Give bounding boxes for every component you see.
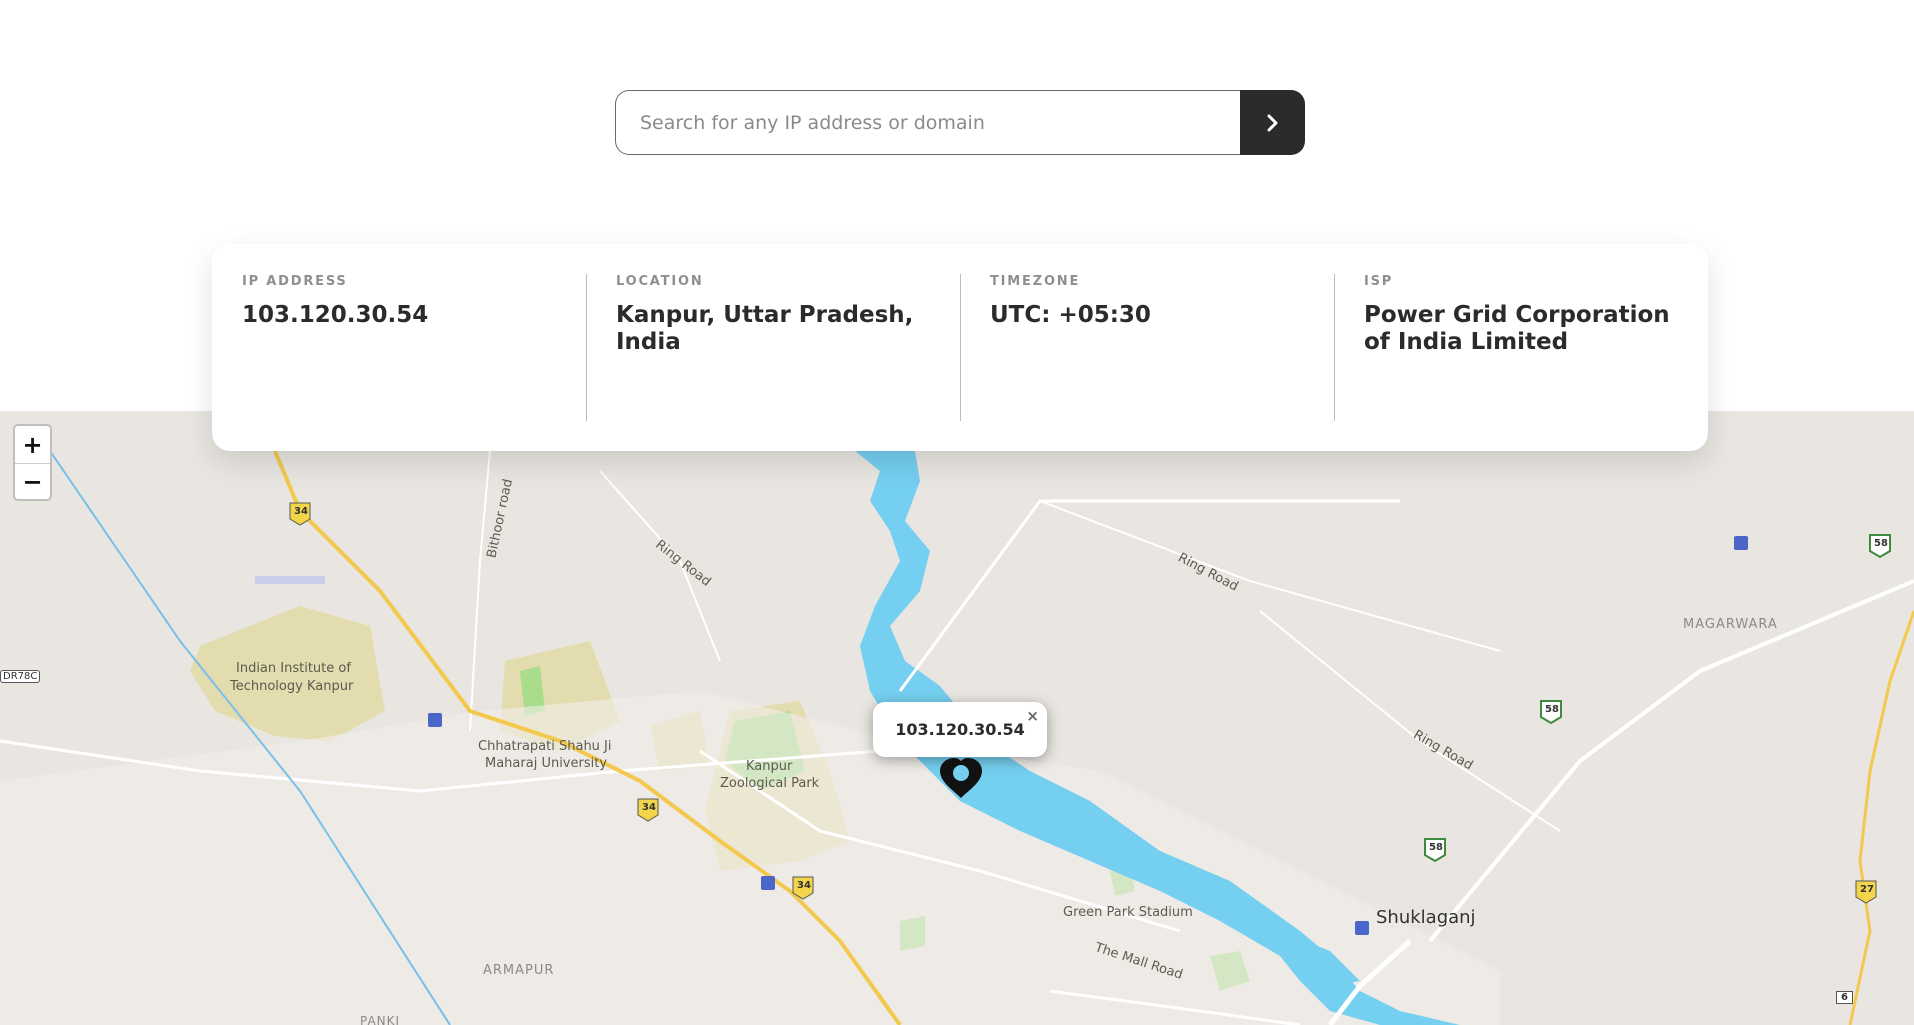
map-popup: 103.120.30.54 × (873, 702, 1047, 757)
highway-label-34: 34 (797, 880, 811, 891)
map-label-iit: Indian Institute of (236, 661, 351, 676)
search-bar (615, 90, 1305, 155)
timezone-column: TIMEZONE UTC: +05:30 (960, 274, 1334, 421)
highway-label-58: 58 (1429, 842, 1443, 853)
railway-station-icon (1355, 921, 1369, 935)
highway-label-58: 58 (1874, 538, 1888, 549)
location-column: LOCATION Kanpur, Uttar Pradesh, India (586, 274, 960, 421)
popup-ip-text: 103.120.30.54 (895, 720, 1025, 739)
zoom-control: + − (13, 424, 52, 501)
popup-close-button[interactable]: × (1026, 707, 1039, 725)
map-label-magarwara: MAGARWARA (1683, 617, 1778, 632)
zoom-in-button[interactable]: + (15, 426, 50, 463)
railway-station-icon (761, 876, 775, 890)
highway-label-27: 27 (1860, 884, 1874, 895)
railway-station-icon (428, 713, 442, 727)
map-label-csjm-2: Maharaj University (485, 756, 608, 771)
chevron-right-icon (1267, 114, 1277, 131)
map-label-iit-2: Technology Kanpur (230, 679, 354, 694)
ip-address-value: 103.120.30.54 (242, 302, 429, 328)
railway-station-icon (1734, 536, 1748, 550)
airport-runway (255, 576, 325, 584)
timezone-value: UTC: +05:30 (990, 302, 1151, 328)
map-label-shuklaganj: Shuklaganj (1376, 907, 1476, 928)
highway-label-58: 58 (1545, 704, 1559, 715)
search-button[interactable] (1240, 90, 1305, 155)
location-value: Kanpur, Uttar Pradesh, India (616, 302, 914, 356)
map-label-zoo-2: Zoological Park (720, 776, 820, 791)
map-label-csjm: Chhatrapati Shahu Ji (478, 739, 612, 754)
isp-label: ISP (1364, 274, 1394, 289)
timezone-label: TIMEZONE (990, 274, 1081, 289)
location-marker[interactable] (938, 756, 984, 804)
map-label-zoo: Kanpur (746, 759, 793, 774)
highway-label-34: 34 (642, 802, 656, 813)
location-label: LOCATION (616, 274, 704, 289)
highway-label-34: 34 (294, 506, 308, 517)
ip-info-card: IP ADDRESS 103.120.30.54 LOCATION Kanpur… (212, 244, 1708, 451)
location-pin-icon (940, 758, 982, 798)
isp-value: Power Grid Corporation of India Limited (1364, 302, 1670, 356)
zoom-out-button[interactable]: − (15, 463, 50, 499)
highway-label-6: 6 (1836, 991, 1853, 1004)
map-road-sign: DR78C (0, 670, 41, 683)
isp-column: ISP Power Grid Corporation of India Limi… (1334, 274, 1708, 421)
map-label-armapur: ARMAPUR (483, 963, 555, 978)
search-input[interactable] (615, 90, 1240, 155)
ip-address-column: IP ADDRESS 103.120.30.54 (212, 274, 586, 421)
map-label-green-park: Green Park Stadium (1063, 905, 1193, 920)
ip-address-label: IP ADDRESS (242, 274, 348, 289)
map-label-panki: PANKI (360, 1014, 401, 1025)
